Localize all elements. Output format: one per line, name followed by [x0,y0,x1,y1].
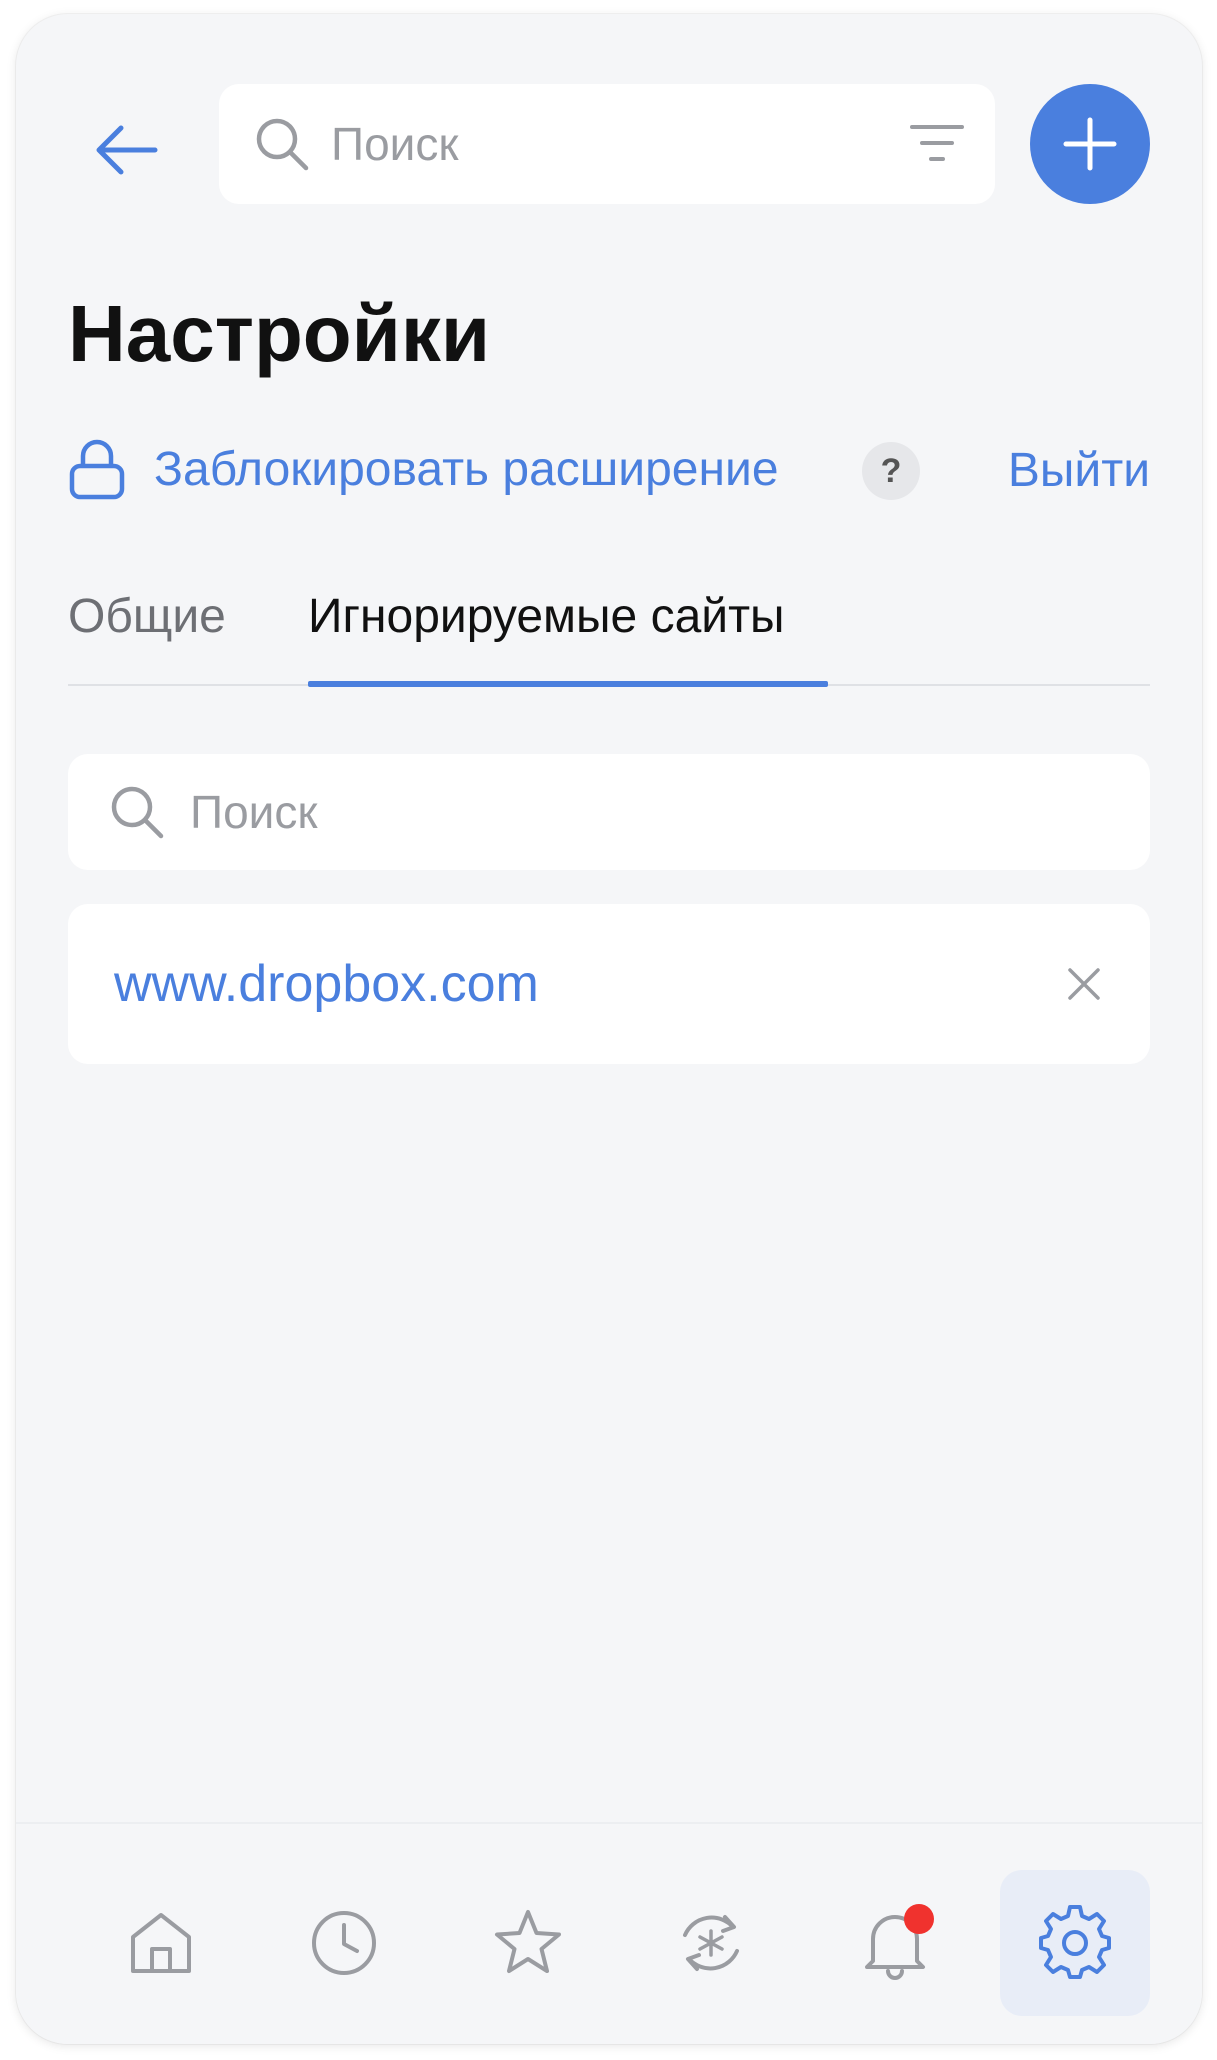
list-item: www.dropbox.com [68,904,1150,1064]
search-icon [253,115,311,173]
lock-icon [69,439,125,500]
nav-notifications[interactable] [820,1870,970,2016]
ignored-sites-search-bar [68,754,1150,870]
nav-home[interactable] [86,1870,236,2016]
ignored-sites-search-input[interactable] [188,784,1092,840]
back-arrow-icon [96,125,158,175]
lock-extension-link[interactable]: Заблокировать расширение [154,442,779,497]
nav-generator[interactable] [636,1870,786,2016]
app-window: Настройки Заблокировать расширение ? Вый… [16,14,1202,2044]
notification-badge [904,1904,934,1934]
plus-icon [1063,117,1117,171]
generator-icon [683,1915,739,1971]
tab-general[interactable]: Общие [68,582,226,652]
search-icon [108,783,166,841]
filter-icon[interactable] [909,117,965,173]
close-icon[interactable] [1058,958,1110,1010]
back-button[interactable] [86,110,166,190]
home-icon [131,1913,191,1973]
tab-ignored-sites[interactable]: Игнорируемые сайты [308,582,785,652]
nav-settings[interactable] [1000,1870,1150,2016]
gear-icon [1039,1905,1111,1979]
active-tab-indicator [308,681,828,687]
bottom-navigation [16,1822,1202,2044]
top-search-input[interactable] [329,116,873,172]
site-url[interactable]: www.dropbox.com [114,954,539,1014]
logout-link[interactable]: Выйти [1008,440,1150,502]
clock-icon [312,1911,376,1975]
page-title: Настройки [68,289,491,378]
lock-extension-row[interactable]: Заблокировать расширение [68,434,779,504]
add-button[interactable] [1030,84,1150,204]
top-search-bar [219,84,995,204]
nav-history[interactable] [269,1870,419,2016]
help-icon[interactable]: ? [862,442,920,500]
settings-tabs: Общие Игнорируемые сайты [68,574,1150,687]
star-icon [495,1910,561,1973]
nav-favorites[interactable] [453,1870,603,2016]
